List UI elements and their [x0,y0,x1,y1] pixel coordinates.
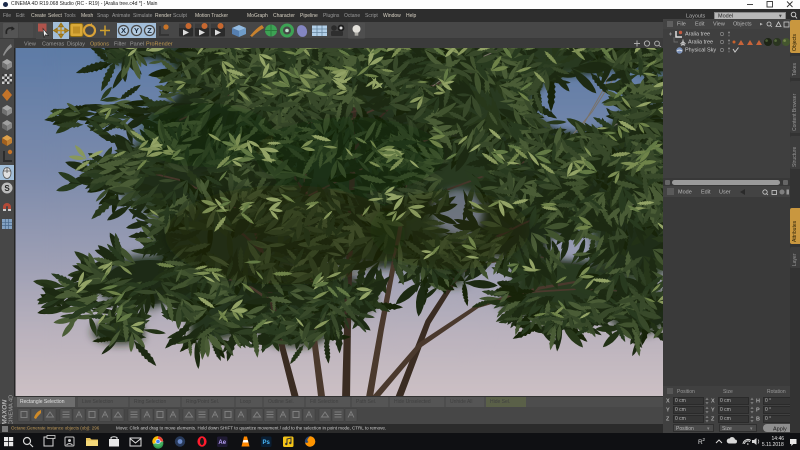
svg-text:Z: Z [147,26,152,35]
svg-text:2: 2 [703,437,706,442]
svg-text:Y: Y [134,26,139,35]
svg-text:Ps: Ps [263,440,271,446]
svg-text:X: X [121,26,126,35]
svg-text:S: S [4,184,10,193]
svg-text:Ae: Ae [218,440,226,446]
